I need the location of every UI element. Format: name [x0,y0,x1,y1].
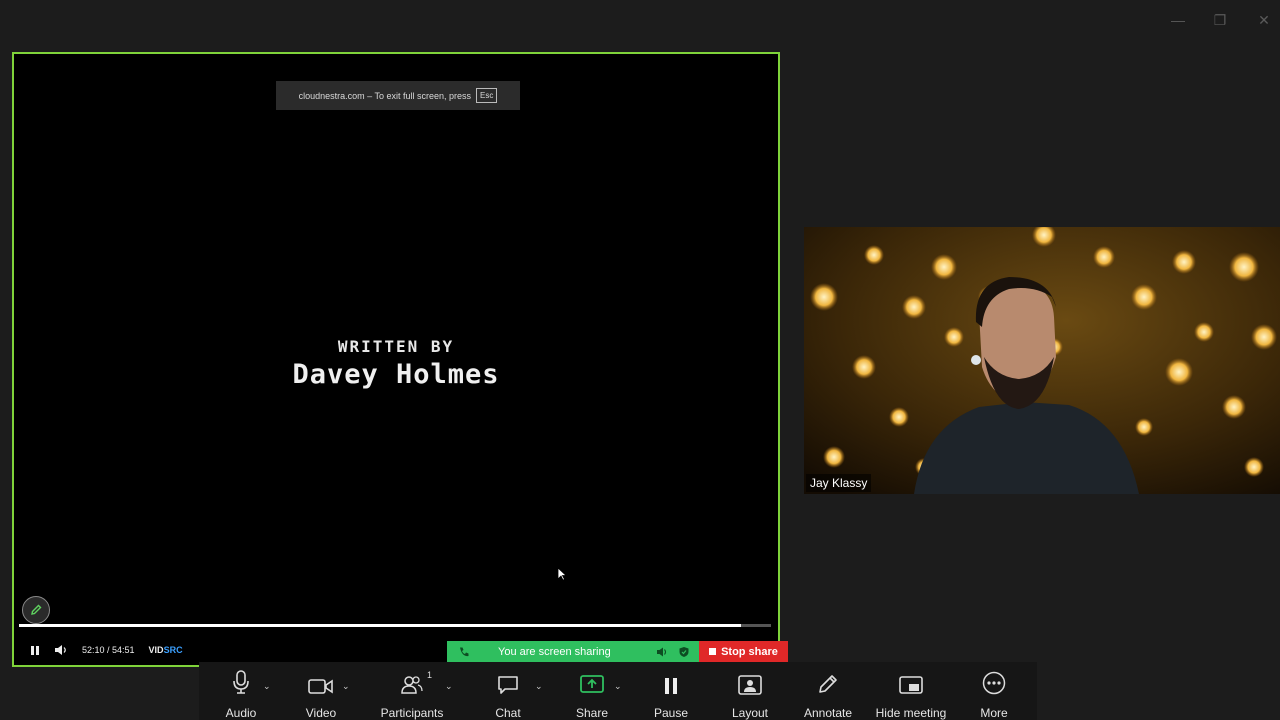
minimize-icon[interactable]: — [1170,12,1186,28]
video-camera-icon [308,679,333,694]
credit-title: WRITTEN BY [337,337,455,356]
speaker-icon[interactable] [656,646,668,658]
credit-name: Davey Holmes [292,359,500,390]
participants-button[interactable]: Participants [377,662,447,720]
audio-options-chevron-icon[interactable]: ⌄ [263,681,271,692]
participant-video-feed [804,227,1280,494]
shared-screen: cloudnestra.com – To exit full screen, p… [12,52,780,667]
chat-bubble-icon [498,676,518,694]
playback-time: 52:10 / 54:51 [82,645,135,655]
chat-button[interactable]: Chat [483,662,533,720]
pencil-icon [819,675,837,693]
share-screen-icon [580,675,604,693]
stop-share-button[interactable]: Stop share [699,641,788,662]
share-label: Share [575,706,609,720]
volume-icon[interactable] [54,644,68,656]
annotate-pen-icon[interactable] [22,596,50,624]
participant-name-tag: Jay Klassy [806,474,872,492]
chat-options-chevron-icon[interactable]: ⌄ [535,681,543,692]
pause-icon[interactable] [30,645,40,656]
mouse-cursor-icon [557,567,567,581]
shield-icon[interactable] [678,646,690,658]
stop-square-icon [709,648,717,655]
esc-key-badge: Esc [476,88,498,103]
more-dots-icon [982,671,1006,695]
share-button[interactable]: Share [567,662,617,720]
participants-count-badge: 1 [427,670,433,680]
hide-meeting-icon [899,676,923,694]
seek-bar[interactable] [19,624,771,627]
participants-options-chevron-icon[interactable]: ⌄ [445,681,453,692]
annotate-label: Annotate [803,706,853,720]
video-button[interactable]: Video [296,662,346,720]
video-options-chevron-icon[interactable]: ⌄ [342,681,350,692]
hide-meeting-label: Hide meeting [875,706,947,720]
pause-share-button[interactable]: Pause [646,662,696,720]
meeting-toolbar: Audio ⌄ Video ⌄ Participants 1 ⌄ Chat ⌄ … [199,662,1037,720]
layout-button[interactable]: Layout [725,662,775,720]
fullscreen-notice-text: cloudnestra.com – To exit full screen, p… [298,90,472,101]
stop-share-label: Stop share [721,645,778,658]
brand-text-src: SRC [163,645,183,655]
audio-label: Audio [225,706,257,720]
sharing-status-text: You are screen sharing [498,645,611,658]
layout-label: Layout [731,706,769,720]
pause-icon [665,678,677,694]
participant-video-tile [804,227,1280,494]
brand-text-vid: VID [148,645,164,655]
share-options-chevron-icon[interactable]: ⌄ [614,681,622,692]
hide-meeting-button[interactable]: Hide meeting [871,662,951,720]
chat-label: Chat [495,706,521,720]
participants-label: Participants [380,706,444,720]
close-icon[interactable]: ✕ [1256,12,1272,28]
microphone-icon [233,670,249,694]
restore-icon[interactable]: ❐ [1212,12,1228,28]
audio-button[interactable]: Audio [216,662,266,720]
screen-sharing-bar: You are screen sharing [447,641,699,662]
annotate-button[interactable]: Annotate [798,662,858,720]
participants-icon [401,676,423,694]
fullscreen-notice: cloudnestra.com – To exit full screen, p… [276,81,520,110]
layout-icon [738,675,762,695]
pause-label: Pause [653,706,689,720]
player-brand-logo: VIDSRC [149,645,183,655]
more-label: More [980,706,1008,720]
player-controls: 52:10 / 54:51 VIDSRC [30,639,183,661]
video-label: Video [305,706,337,720]
phone-icon [460,647,469,656]
seek-bar-progress [19,624,741,627]
more-button[interactable]: More [969,662,1019,720]
